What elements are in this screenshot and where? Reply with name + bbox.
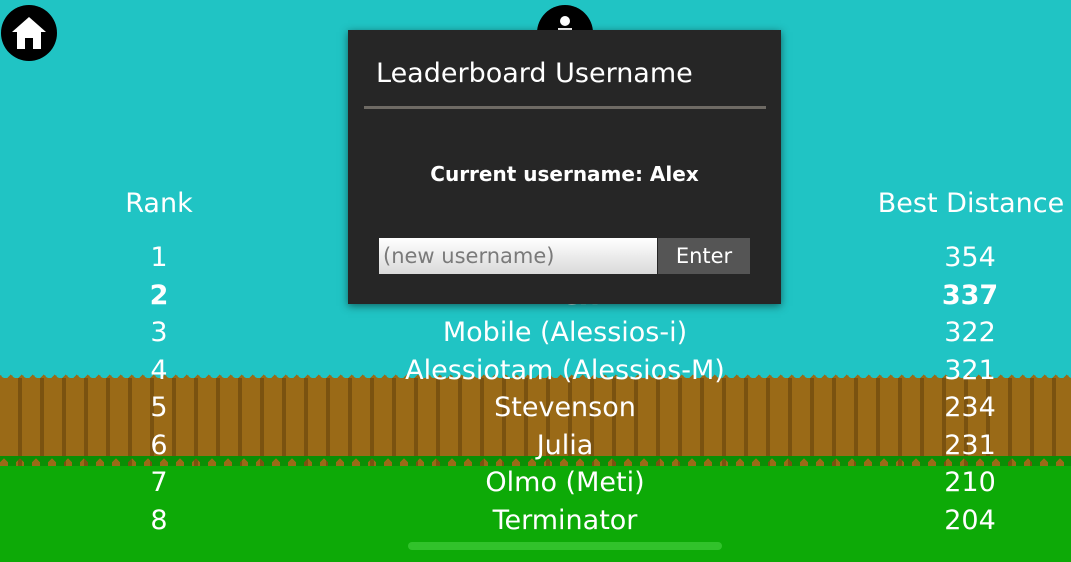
row-rank: 5 [150, 392, 168, 423]
row-distance: 321 [944, 354, 996, 386]
row-rank: 7 [150, 467, 168, 498]
row-name: Terminator [492, 504, 638, 536]
current-username-text: Current username: Alex [430, 162, 699, 186]
row-name: Olmo (Meti) [485, 467, 645, 498]
enter-button[interactable]: Enter [658, 238, 750, 274]
row-name: Julia [536, 429, 594, 461]
leaderboard-row: 3 Mobile (Alessios-i) 322 [0, 315, 1071, 353]
rank-header: Rank [125, 188, 193, 219]
row-distance: 204 [944, 504, 996, 536]
row-distance: 231 [944, 429, 996, 461]
row-distance: 354 [944, 242, 996, 273]
home-icon [12, 17, 46, 49]
dialog-divider [364, 106, 766, 109]
new-username-input[interactable] [379, 238, 657, 274]
row-rank: 6 [150, 429, 168, 461]
leaderboard-row: 6 Julia 231 [0, 428, 1071, 466]
row-rank: 8 [150, 504, 168, 536]
row-distance: 337 [941, 279, 999, 311]
home-button[interactable] [1, 5, 57, 61]
row-rank: 1 [150, 242, 168, 273]
leaderboard-row: 5 Stevenson 234 [0, 390, 1071, 428]
row-distance: 234 [944, 392, 996, 423]
row-name: Alessiotam (Alessios-M) [405, 354, 725, 386]
row-distance: 210 [944, 467, 996, 498]
username-dialog: Leaderboard Username Current username: A… [348, 30, 781, 304]
dialog-title: Leaderboard Username [376, 58, 693, 89]
row-rank: 3 [150, 317, 168, 348]
row-name: Stevenson [494, 392, 636, 423]
best-distance-header: Best Distance [877, 188, 1065, 219]
row-distance: 322 [944, 317, 996, 348]
leaderboard-row: 8 Terminator 204 [0, 503, 1071, 541]
row-rank: 2 [149, 279, 169, 311]
row-name: Mobile (Alessios-i) [442, 317, 688, 348]
row-rank: 4 [150, 354, 168, 386]
gesture-home-indicator[interactable] [408, 542, 722, 550]
leaderboard-row: 7 Olmo (Meti) 210 [0, 465, 1071, 503]
leaderboard-row: 4 Alessiotam (Alessios-M) 321 [0, 353, 1071, 391]
